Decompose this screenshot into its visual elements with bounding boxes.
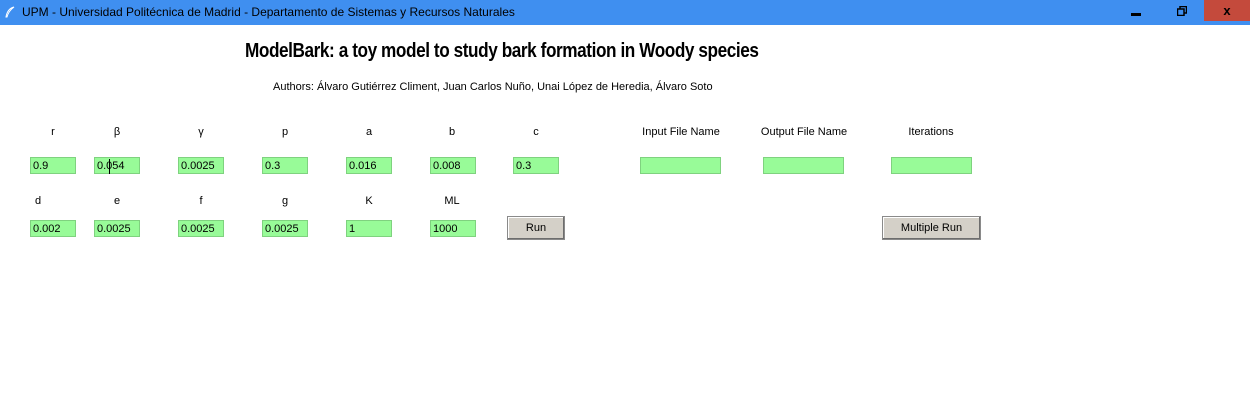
output-file-name-field[interactable] [763, 157, 844, 174]
input-file-name-field[interactable] [640, 157, 721, 174]
param-r-input[interactable] [30, 157, 76, 174]
param-ml-input[interactable] [430, 220, 476, 237]
param-d-input[interactable] [30, 220, 76, 237]
restore-icon [1176, 5, 1187, 16]
label-output-file: Output File Name [760, 126, 848, 138]
label-r: r [51, 126, 55, 138]
label-b: b [448, 126, 456, 138]
label-a: a [365, 126, 373, 138]
run-button[interactable]: Run [507, 216, 565, 240]
param-g-input[interactable] [262, 220, 308, 237]
minimize-button[interactable] [1113, 0, 1158, 21]
label-e: e [113, 195, 121, 207]
param-k-input[interactable] [346, 220, 392, 237]
param-b-input[interactable] [430, 157, 476, 174]
window-title: UPM - Universidad Politécnica de Madrid … [22, 5, 515, 19]
window-titlebar: UPM - Universidad Politécnica de Madrid … [0, 0, 1250, 25]
multiple-run-button[interactable]: Multiple Run [882, 216, 981, 240]
iterations-field[interactable] [891, 157, 972, 174]
param-f-input[interactable] [178, 220, 224, 237]
text-cursor [109, 159, 110, 174]
param-gamma-input[interactable] [178, 157, 224, 174]
label-c: c [533, 126, 539, 138]
param-p-input[interactable] [262, 157, 308, 174]
label-gamma: γ [198, 126, 204, 138]
param-a-input[interactable] [346, 157, 392, 174]
label-iterations: Iterations [908, 126, 954, 138]
restore-button[interactable] [1159, 0, 1204, 21]
label-ml: ML [444, 195, 460, 207]
label-beta: β [113, 126, 121, 138]
param-e-input[interactable] [94, 220, 140, 237]
close-icon: x [1223, 3, 1231, 18]
label-p: p [281, 126, 289, 138]
label-input-file: Input File Name [642, 126, 720, 138]
label-k: K [365, 195, 373, 207]
feather-icon [5, 6, 15, 18]
param-beta-input[interactable] [94, 157, 140, 174]
label-f: f [199, 195, 203, 207]
page-title: ModelBark: a toy model to study bark for… [245, 40, 759, 62]
label-d: d [34, 195, 42, 207]
label-g: g [281, 195, 289, 207]
close-button[interactable]: x [1204, 0, 1250, 21]
param-c-input[interactable] [513, 157, 559, 174]
minimize-icon [1130, 12, 1141, 16]
authors-text: Authors: Álvaro Gutiérrez Climent, Juan … [273, 81, 713, 93]
